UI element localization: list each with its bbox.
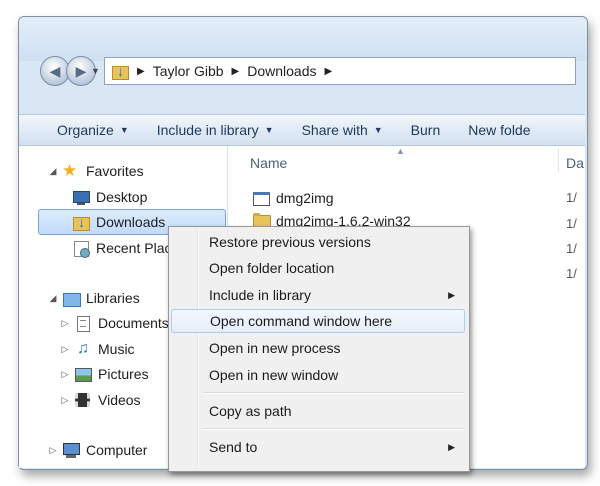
- nav-pictures[interactable]: ▷ Pictures: [60, 362, 149, 386]
- menu-item-label: Open command window here: [210, 313, 393, 329]
- breadcrumb-separator-icon[interactable]: ▶: [324, 66, 332, 77]
- nav-libraries-label: Libraries: [86, 290, 140, 306]
- file-row[interactable]: dmg2img: [252, 186, 334, 210]
- breadcrumb-separator-icon[interactable]: ▶: [232, 66, 240, 77]
- menu-item-open-in-new-window[interactable]: Open in new window: [171, 363, 465, 387]
- submenu-arrow-icon: ▶: [448, 441, 455, 452]
- nav-desktop[interactable]: Desktop: [72, 185, 147, 209]
- menu-item-send-to[interactable]: Send to ▶: [171, 435, 465, 459]
- menu-item-open-folder-location[interactable]: Open folder location: [171, 256, 465, 280]
- breadcrumb-taylor-gibb[interactable]: Taylor Gibb: [153, 63, 224, 79]
- include-in-library-label: Include in library: [156, 122, 259, 138]
- breadcrumb-separator-icon[interactable]: ▶: [137, 66, 145, 77]
- application-icon: [252, 190, 270, 206]
- nav-recent-places-label: Recent Plac: [96, 240, 172, 256]
- nav-computer-label: Computer: [86, 442, 148, 458]
- column-divider[interactable]: [558, 148, 559, 172]
- downloads-folder-icon: [111, 63, 129, 80]
- menu-item-copy-as-path[interactable]: Copy as path: [171, 399, 465, 423]
- nav-documents[interactable]: ▷ Documents: [60, 311, 169, 335]
- menu-item-label: Send to: [209, 439, 258, 455]
- burn-button[interactable]: Burn: [397, 115, 455, 145]
- file-row[interactable]: dmg2img-1.6.2-win32: [252, 212, 411, 226]
- menu-item-label: Include in library: [209, 287, 311, 303]
- context-menu: Restore previous versions Open folder lo…: [168, 226, 470, 472]
- submenu-arrow-icon: ▶: [448, 289, 455, 300]
- chevron-down-icon: ▼: [373, 125, 383, 135]
- folder-icon: [252, 212, 271, 226]
- expand-icon[interactable]: ▷: [60, 318, 70, 329]
- nav-pictures-label: Pictures: [98, 366, 149, 382]
- desktop-icon: [72, 189, 90, 205]
- menu-item-label: Open folder location: [209, 260, 335, 276]
- collapse-icon[interactable]: ◢: [48, 166, 58, 177]
- star-icon: ★: [62, 161, 78, 180]
- nav-favorites[interactable]: ◢ ★ Favorites: [48, 159, 144, 183]
- computer-icon: [62, 442, 80, 458]
- organize-label: Organize: [57, 122, 114, 138]
- menu-separator: [203, 392, 463, 394]
- column-header-date[interactable]: Da: [566, 155, 584, 171]
- expand-icon[interactable]: ▷: [48, 445, 58, 456]
- nav-libraries[interactable]: ◢ Libraries: [48, 286, 140, 310]
- nav-computer[interactable]: ▷ Computer: [48, 438, 147, 462]
- expand-icon[interactable]: ▷: [60, 395, 70, 406]
- new-folder-label: New folde: [468, 122, 531, 138]
- back-arrow-icon: ◀: [49, 62, 61, 79]
- chevron-down-icon: ▼: [264, 125, 274, 135]
- menu-item-include-in-library[interactable]: Include in library ▶: [171, 283, 465, 307]
- title-bar: [19, 17, 587, 61]
- nav-documents-label: Documents: [98, 315, 169, 331]
- nav-favorites-label: Favorites: [86, 163, 144, 179]
- new-folder-button[interactable]: New folde: [454, 115, 544, 145]
- file-date: 1/: [566, 241, 577, 256]
- file-date: 1/: [566, 216, 577, 231]
- file-name: dmg2img-1.6.2-win32: [276, 213, 411, 226]
- nav-recent-places[interactable]: Recent Plac: [72, 236, 171, 260]
- recent-pages-dropdown-icon[interactable]: ▼: [91, 66, 100, 76]
- menu-item-open-command-window-here[interactable]: Open command window here: [171, 309, 465, 333]
- include-in-library-button[interactable]: Include in library ▼: [143, 115, 288, 145]
- file-name: dmg2img: [276, 190, 334, 206]
- videos-icon: [74, 392, 92, 408]
- menu-item-label: Copy as path: [209, 403, 292, 419]
- nav-music[interactable]: ▷ ♫ Music: [60, 337, 135, 361]
- menu-item-label: Restore previous versions: [209, 234, 371, 250]
- breadcrumb-downloads[interactable]: Downloads: [247, 63, 316, 79]
- share-with-button[interactable]: Share with ▼: [288, 115, 397, 145]
- music-note-icon: ♫: [77, 340, 89, 357]
- menu-item-label: Open in new window: [209, 367, 339, 383]
- nav-downloads[interactable]: Downloads: [72, 210, 165, 234]
- command-bar: Organize ▼ Include in library ▼ Share with…: [19, 114, 585, 146]
- recent-places-icon: [72, 240, 90, 258]
- nav-music-label: Music: [98, 341, 135, 357]
- menu-separator: [203, 428, 463, 430]
- pictures-icon: [74, 366, 92, 382]
- menu-item-restore-previous-versions[interactable]: Restore previous versions: [171, 230, 465, 254]
- sort-ascending-icon: ▲: [396, 146, 405, 156]
- menu-item-open-in-new-process[interactable]: Open in new process: [171, 336, 465, 360]
- column-header-name[interactable]: Name: [250, 155, 287, 171]
- expand-icon[interactable]: ▷: [60, 369, 70, 380]
- chevron-down-icon: ▼: [119, 125, 129, 135]
- nav-videos-label: Videos: [98, 392, 141, 408]
- burn-label: Burn: [410, 122, 441, 138]
- documents-icon: [74, 315, 92, 332]
- nav-videos[interactable]: ▷ Videos: [60, 388, 141, 412]
- libraries-icon: [62, 290, 81, 307]
- address-bar[interactable]: ▶ Taylor Gibb ▶ Downloads ▶: [104, 57, 576, 85]
- organize-button[interactable]: Organize ▼: [19, 115, 143, 145]
- file-date: 1/: [566, 190, 577, 205]
- nav-desktop-label: Desktop: [96, 189, 148, 205]
- share-with-label: Share with: [301, 122, 368, 138]
- file-date: 1/: [566, 266, 577, 281]
- expand-icon[interactable]: ▷: [60, 344, 70, 355]
- downloads-folder-icon: [72, 214, 90, 231]
- nav-downloads-label: Downloads: [96, 214, 166, 230]
- collapse-icon[interactable]: ◢: [48, 293, 58, 304]
- forward-arrow-icon: ▶: [75, 62, 87, 79]
- menu-item-label: Open in new process: [209, 340, 341, 356]
